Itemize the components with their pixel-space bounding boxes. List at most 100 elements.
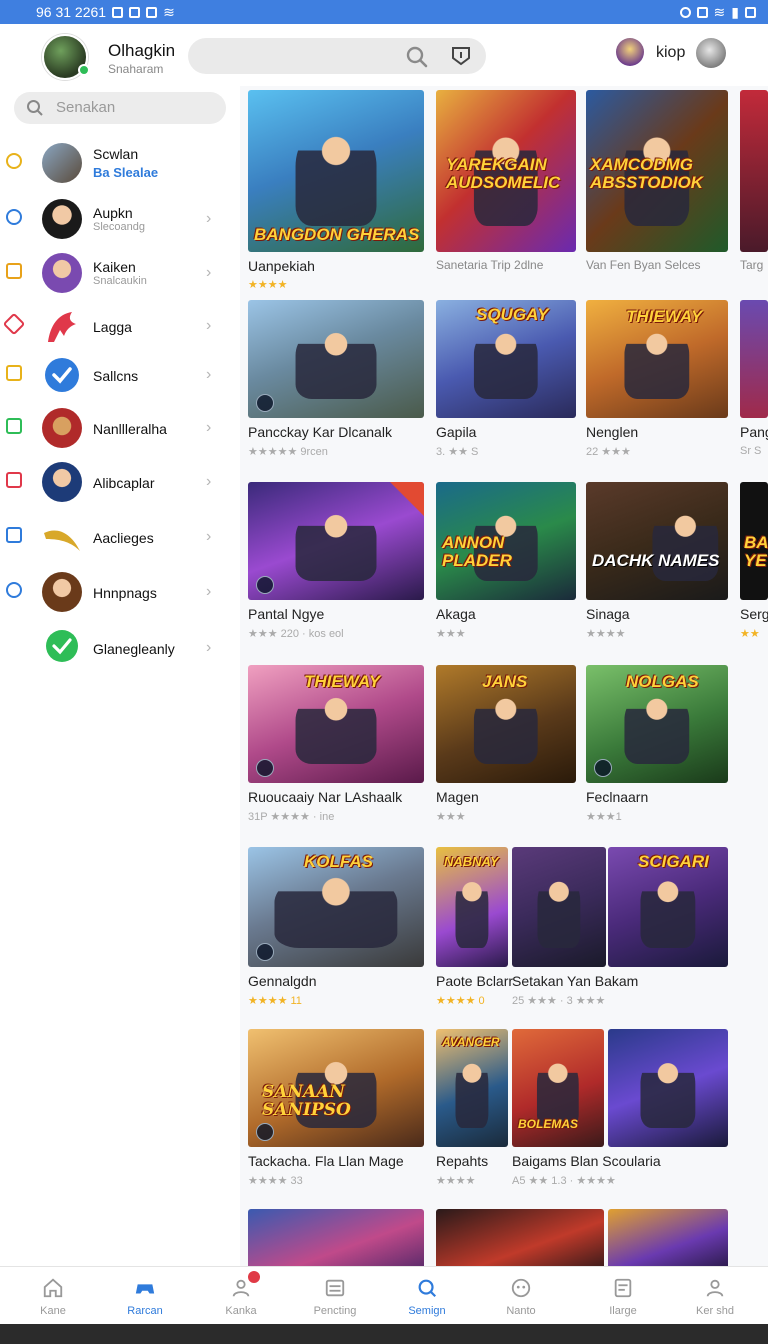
game-thumbnail[interactable]	[512, 847, 606, 967]
sidebar-item-alibcaplar[interactable]: Alibcaplar ›	[0, 457, 240, 507]
game-thumbnail[interactable]	[248, 1209, 424, 1266]
game-thumbnail[interactable]: Kolfas	[248, 847, 424, 967]
thumbnail-logo-text: Thieway	[304, 672, 381, 691]
game-rating: 3. ★★ S	[436, 446, 479, 458]
game-thumbnail[interactable]: Xamcodmg Absstodiok	[586, 90, 728, 252]
game-thumbnail[interactable]: Jans	[436, 665, 576, 783]
game-title: Akaga	[436, 606, 476, 622]
character-art	[652, 507, 719, 582]
nav-semign[interactable]: Semign	[382, 1267, 472, 1325]
thumbnail-logo-text: Avancer	[442, 1035, 500, 1049]
nav-label: Nanto	[506, 1305, 536, 1317]
nav-label: Ker shd	[696, 1305, 734, 1317]
character-art	[473, 325, 539, 400]
nav-label: Kanka	[225, 1305, 257, 1317]
character-art	[640, 873, 696, 948]
game-thumbnail[interactable]: Avancer	[436, 1029, 508, 1147]
search-icon	[27, 100, 43, 116]
doc-icon	[614, 1278, 632, 1298]
checkmark-badge-icon	[42, 355, 82, 395]
game-title: Serg	[740, 606, 768, 622]
battery-icon	[745, 6, 756, 18]
thumbnail-logo-text: Sanaan Sanipso	[262, 1082, 351, 1120]
character-art	[624, 690, 690, 765]
game-thumbnail[interactable]: Yarekgain Audsomelic	[436, 90, 576, 252]
game-thumbnail[interactable]	[740, 300, 768, 418]
game-rating: ★★★	[436, 628, 466, 640]
game-thumbnail[interactable]: Squgay	[436, 300, 576, 418]
game-thumbnail[interactable]	[740, 90, 768, 252]
account-avatar[interactable]	[696, 38, 726, 68]
search-icon[interactable]	[404, 44, 430, 70]
game-thumbnail[interactable]: Dachk Names	[586, 482, 728, 600]
platform-badge-icon	[594, 759, 612, 777]
nav-ker-shd[interactable]: Ker shd	[670, 1267, 760, 1325]
sidebar-item-lagga[interactable]: Lagga ›	[0, 301, 240, 351]
game-thumbnail[interactable]: Bolemas	[512, 1029, 604, 1147]
sidebar-item-title: Lagga	[93, 319, 132, 335]
character-art	[537, 873, 581, 948]
nav-label: Ilarge	[609, 1305, 637, 1317]
nav-kanka[interactable]: Kanka	[196, 1267, 286, 1325]
game-rating: ★★★★★ 9rcen	[248, 446, 328, 458]
sidebar-item-glanegleanly[interactable]: Glanegleanly ›	[0, 623, 240, 673]
online-status-icon	[78, 64, 90, 76]
sidebar-item-scwlan[interactable]: Scwlan Ba Slealae	[0, 138, 240, 188]
chevron-right-icon: ›	[206, 264, 212, 281]
game-thumbnail[interactable]: Thieway	[586, 300, 728, 418]
game-thumbnail[interactable]: Bangdon Gheras	[248, 90, 424, 252]
game-thumbnail[interactable]	[248, 300, 424, 418]
nav-nanto[interactable]: Nanto	[476, 1267, 566, 1325]
avatar	[42, 143, 82, 183]
flower-icon	[6, 582, 22, 598]
game-thumbnail[interactable]: Annon Plader	[436, 482, 576, 600]
game-thumbnail[interactable]: Nabnay	[436, 847, 508, 967]
nav-ilarge[interactable]: Ilarge	[578, 1267, 668, 1325]
header-search-bar[interactable]	[188, 38, 486, 74]
sidebar-search-input[interactable]: Senakan	[14, 92, 226, 124]
game-rating: ★★	[740, 628, 760, 640]
game-thumbnail[interactable]: Nolgas	[586, 665, 728, 783]
game-thumbnail[interactable]	[248, 482, 424, 600]
sidebar-item-nanllleralha[interactable]: Nanllleralha ›	[0, 403, 240, 453]
platform-badge-icon	[256, 576, 274, 594]
user-avatar[interactable]	[616, 38, 644, 66]
chevron-right-icon: ›	[206, 528, 212, 545]
thumbnail-logo-text: Kolfas	[304, 852, 373, 871]
game-thumbnail[interactable]	[436, 1209, 604, 1266]
nav-rarcan[interactable]: Rarcan	[100, 1267, 190, 1325]
game-thumbnail[interactable]: Sanaan Sanipso	[248, 1029, 424, 1147]
chevron-right-icon: ›	[206, 419, 212, 436]
game-rating: ★★★★ 11	[248, 995, 302, 1007]
game-title: Sanetaria Trip 2dlne	[436, 258, 544, 272]
nav-kane[interactable]: Kane	[8, 1267, 98, 1325]
nav-pencting[interactable]: Pencting	[290, 1267, 380, 1325]
game-title: Gennalgdn	[248, 973, 317, 989]
avatar	[42, 199, 82, 239]
profile-name: Olhagkin	[108, 41, 176, 60]
chevron-right-icon: ›	[206, 583, 212, 600]
nav-label: Rarcan	[127, 1305, 163, 1317]
game-thumbnail[interactable]	[608, 1029, 728, 1147]
game-thumbnail[interactable]	[608, 1209, 728, 1266]
sidebar-item-hnnpnags[interactable]: Hnnpnags ›	[0, 567, 240, 617]
game-thumbnail[interactable]: Thieway	[248, 665, 424, 783]
game-thumbnail[interactable]: Scigari	[608, 847, 728, 967]
sidebar-item-aupkn[interactable]: Aupkn Slecoandg ›	[0, 194, 240, 244]
game-grid: Bangdon Gheras Uanpekiah ★★★★ Yarekgain …	[248, 90, 768, 1266]
notification-badge	[248, 1271, 260, 1283]
game-title: Targ	[740, 258, 764, 272]
chevron-right-icon: ›	[206, 473, 212, 490]
sidebar-item-aaclieges[interactable]: Aaclieges ›	[0, 512, 240, 562]
game-rating: A5 ★★ 1.3 · ★★★★	[512, 1175, 616, 1187]
sidebar-item-sallcns[interactable]: Sallcns ›	[0, 350, 240, 400]
sidebar-item-kaiken[interactable]: Kaiken Snalcaukin ›	[0, 248, 240, 298]
thumbnail-logo-text: Thieway	[626, 307, 703, 326]
character-art	[274, 873, 398, 948]
flag-icon[interactable]	[450, 44, 472, 68]
user-name[interactable]: kiop	[656, 44, 685, 62]
sidebar-item-title: Nanllleralha	[93, 421, 167, 437]
grid-icon	[511, 1278, 531, 1298]
game-rating: ★★★ 220 · kos eol	[248, 628, 344, 640]
game-thumbnail[interactable]: Ba Ye	[740, 482, 768, 600]
